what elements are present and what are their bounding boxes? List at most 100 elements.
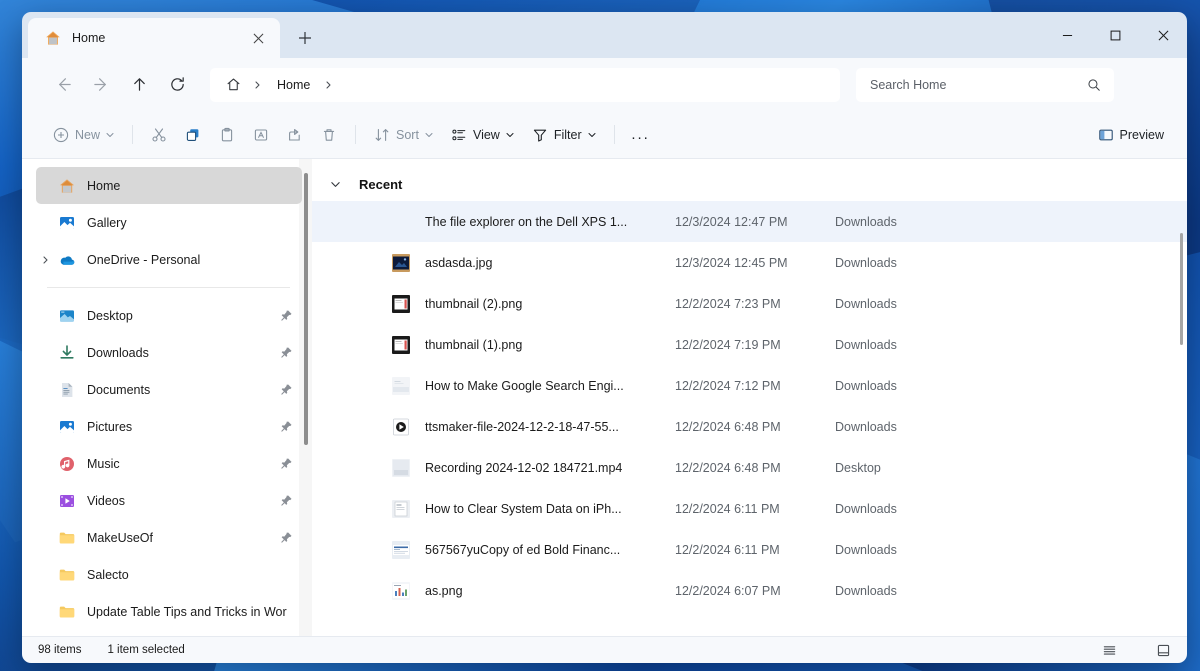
sidebar-item-music[interactable]: Music xyxy=(36,445,302,482)
tab-home[interactable]: Home xyxy=(28,18,280,58)
chevron-right-icon xyxy=(249,72,267,98)
pin-icon[interactable] xyxy=(280,531,294,545)
new-tab-button[interactable] xyxy=(288,21,322,55)
refresh-icon[interactable] xyxy=(160,68,194,102)
table-row[interactable]: ttsmaker-file-2024-12-2-18-47-55... 12/2… xyxy=(312,406,1187,447)
sidebar-item-update-table-tips[interactable]: Update Table Tips and Tricks in Wor xyxy=(36,593,302,630)
filter-label: Filter xyxy=(554,128,582,142)
large-icons-view-icon[interactable] xyxy=(1149,639,1177,661)
cut-button[interactable] xyxy=(142,119,176,151)
up-arrow-icon[interactable] xyxy=(122,68,156,102)
rename-button[interactable] xyxy=(244,119,278,151)
audio-file-icon xyxy=(392,418,410,436)
table-row[interactable]: asdasda.jpg 12/3/2024 12:45 PM Downloads xyxy=(312,242,1187,283)
light-document-thumbnail-icon xyxy=(392,377,410,395)
search-box[interactable] xyxy=(856,68,1114,102)
toolbar-divider xyxy=(614,125,615,144)
sidebar-item-onedrive[interactable]: OneDrive - Personal xyxy=(36,241,302,278)
file-location: Downloads xyxy=(835,215,897,229)
pin-icon[interactable] xyxy=(280,383,294,397)
status-bar: 98 items 1 item selected xyxy=(22,636,1187,663)
sidebar-item-desktop[interactable]: Desktop xyxy=(36,297,302,334)
sidebar-item-gallery[interactable]: Gallery xyxy=(36,204,302,241)
desktop-wallpaper: Home xyxy=(0,0,1200,671)
table-row[interactable]: The file explorer on the Dell XPS 1... 1… xyxy=(312,201,1187,242)
close-icon[interactable] xyxy=(1139,12,1187,58)
window-controls xyxy=(1043,12,1187,58)
tab-label: Home xyxy=(72,31,236,45)
table-row[interactable]: How to Clear System Data on iPh... 12/2/… xyxy=(312,488,1187,529)
search-input[interactable] xyxy=(870,78,1084,92)
tab-strip: Home xyxy=(22,12,322,58)
sidebar-scrollbar[interactable] xyxy=(304,173,308,445)
table-row[interactable]: thumbnail (1).png 12/2/2024 7:19 PM Down… xyxy=(312,324,1187,365)
file-explorer-window: Home xyxy=(22,12,1187,663)
file-name: asdasda.jpg xyxy=(425,256,675,270)
pin-icon[interactable] xyxy=(280,420,294,434)
sidebar-item-makeuseof[interactable]: MakeUseOf xyxy=(36,519,302,556)
new-button[interactable]: New xyxy=(44,119,123,151)
view-button[interactable]: View xyxy=(442,119,523,151)
chevron-right-icon[interactable] xyxy=(38,252,54,268)
details-view-icon[interactable] xyxy=(1095,639,1123,661)
file-name: 567567yuCopy of ed Bold Financ... xyxy=(425,543,675,557)
gallery-icon xyxy=(58,214,76,232)
search-icon[interactable] xyxy=(1084,75,1104,95)
documents-icon xyxy=(58,381,76,399)
breadcrumb-path[interactable]: Home xyxy=(270,78,317,92)
chevron-down-icon xyxy=(106,131,114,139)
image-thumbnail-icon xyxy=(392,254,410,272)
home-icon xyxy=(58,177,76,195)
sidebar-item-videos[interactable]: Videos xyxy=(36,482,302,519)
file-date: 12/2/2024 6:48 PM xyxy=(675,461,835,475)
pin-icon[interactable] xyxy=(280,494,294,508)
minimize-icon[interactable] xyxy=(1043,12,1091,58)
sidebar-item-label: Gallery xyxy=(87,216,294,230)
sidebar-item-documents[interactable]: Documents xyxy=(36,371,302,408)
table-row[interactable]: Recording 2024-12-02 184721.mp4 12/2/202… xyxy=(312,447,1187,488)
forward-arrow-icon[interactable] xyxy=(84,68,118,102)
table-row[interactable]: How to Make Google Search Engi... 12/2/2… xyxy=(312,365,1187,406)
more-options-button[interactable]: ... xyxy=(624,119,658,151)
pin-icon[interactable] xyxy=(280,309,294,323)
navigation-bar: Home xyxy=(22,58,1187,111)
paste-button[interactable] xyxy=(210,119,244,151)
file-location: Downloads xyxy=(835,543,897,557)
table-row[interactable]: thumbnail (2).png 12/2/2024 7:23 PM Down… xyxy=(312,283,1187,324)
filter-button[interactable]: Filter xyxy=(523,119,605,151)
preview-button[interactable]: Preview xyxy=(1089,119,1173,151)
table-row[interactable]: as.png 12/2/2024 6:07 PM Downloads xyxy=(312,570,1187,611)
delete-button[interactable] xyxy=(312,119,346,151)
window-body: Home Gallery xyxy=(22,159,1187,636)
folder-icon xyxy=(58,603,76,621)
sidebar-divider xyxy=(47,287,290,288)
sidebar-item-downloads[interactable]: Downloads xyxy=(36,334,302,371)
pin-icon[interactable] xyxy=(280,346,294,360)
file-date: 12/3/2024 12:47 PM xyxy=(675,215,835,229)
preview-label: Preview xyxy=(1120,128,1164,142)
copy-button[interactable] xyxy=(176,119,210,151)
table-row[interactable]: 567567yuCopy of ed Bold Financ... 12/2/2… xyxy=(312,529,1187,570)
maximize-icon[interactable] xyxy=(1091,12,1139,58)
file-date: 12/2/2024 6:07 PM xyxy=(675,584,835,598)
file-name: ttsmaker-file-2024-12-2-18-47-55... xyxy=(425,420,675,434)
chevron-down-icon[interactable] xyxy=(327,176,343,192)
desktop-icon xyxy=(58,307,76,325)
file-list-scrollbar[interactable] xyxy=(1180,233,1183,345)
file-name: How to Make Google Search Engi... xyxy=(425,379,675,393)
breadcrumb[interactable]: Home xyxy=(210,68,840,102)
sidebar-item-pictures[interactable]: Pictures xyxy=(36,408,302,445)
pin-icon[interactable] xyxy=(280,457,294,471)
sidebar-item-salecto[interactable]: Salecto xyxy=(36,556,302,593)
blank-thumbnail-icon xyxy=(392,213,410,231)
sidebar-item-home[interactable]: Home xyxy=(36,167,302,204)
file-name: The file explorer on the Dell XPS 1... xyxy=(425,215,675,229)
back-arrow-icon[interactable] xyxy=(46,68,80,102)
sort-button[interactable]: Sort xyxy=(365,119,442,151)
file-date: 12/2/2024 7:23 PM xyxy=(675,297,835,311)
close-icon[interactable] xyxy=(246,26,270,50)
home-outline-icon[interactable] xyxy=(220,72,246,98)
chevron-right-icon[interactable] xyxy=(320,72,338,98)
group-header-recent[interactable]: Recent xyxy=(312,167,1187,201)
share-button[interactable] xyxy=(278,119,312,151)
